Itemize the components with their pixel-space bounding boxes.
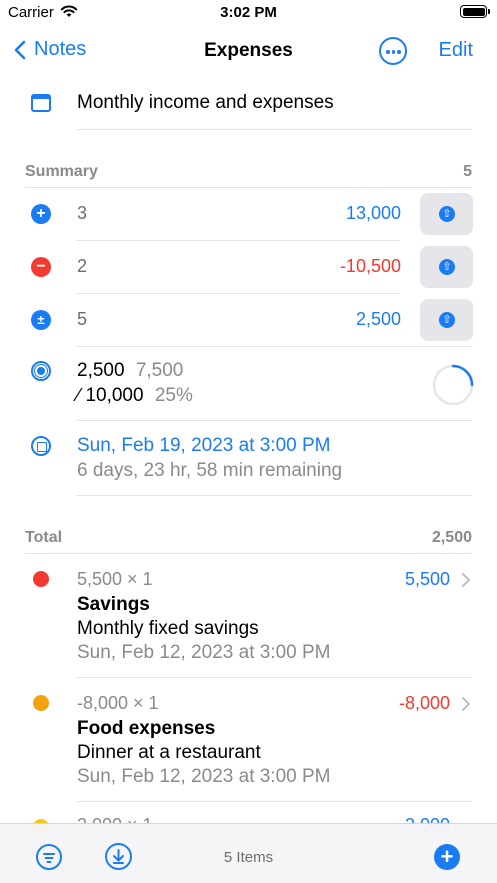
page-title: Expenses	[204, 40, 293, 61]
target-progress-line: 2,500 7,500	[77, 360, 183, 382]
category-color-dot	[33, 695, 49, 711]
item-quantity: -8,000 × 1	[77, 693, 159, 713]
summary-label: Summary	[25, 163, 98, 180]
target-row[interactable]: 2,500 7,500 ∕ 10,000 25%	[0, 347, 497, 420]
share-icon	[439, 259, 455, 275]
chevron-right-icon	[462, 573, 470, 587]
share-icon	[439, 312, 455, 328]
deadline-date: Sun, Feb 19, 2023 at 3:00 PM	[77, 435, 331, 456]
battery-icon	[460, 5, 490, 18]
category-color-dot	[33, 571, 49, 587]
add-item-button[interactable]: +	[434, 844, 460, 870]
balance-count: 5	[77, 309, 88, 329]
plus-icon: +	[440, 844, 454, 869]
note-title-row[interactable]: Monthly income and expenses	[0, 80, 497, 130]
item-name: Food expenses	[77, 718, 216, 739]
summary-row-balance[interactable]: ± 5 2,500	[0, 294, 497, 347]
summary-row-expense[interactable]: − 2 -10,500	[0, 241, 497, 294]
deadline-remaining: 6 days, 23 hr, 58 min remaining	[77, 460, 343, 481]
list-item[interactable]: -8,000 × 1 -8,000 Food expenses Dinner a…	[0, 678, 497, 801]
share-income-button[interactable]	[420, 193, 473, 235]
item-amount: 5,500	[404, 569, 450, 589]
target-percent: 25%	[154, 385, 193, 406]
chevron-right-icon	[462, 697, 470, 711]
target-goal: ∕ 10,000	[77, 385, 144, 406]
edit-button[interactable]: Edit	[439, 39, 473, 62]
item-date: Sun, Feb 12, 2023 at 3:00 PM	[77, 766, 331, 787]
summary-header: Summary 5	[0, 163, 497, 185]
expense-count: 2	[77, 256, 88, 276]
item-description: Monthly fixed savings	[77, 618, 259, 639]
navigation-bar: Notes Expenses Edit	[0, 30, 497, 74]
progress-ring	[432, 364, 474, 406]
ellipsis-icon	[386, 50, 390, 54]
balance-total: 2,500	[355, 309, 401, 329]
item-name: Savings	[77, 594, 150, 615]
deadline-row[interactable]: Sun, Feb 19, 2023 at 3:00 PM 6 days, 23 …	[0, 421, 497, 496]
minus-circle-icon: −	[31, 257, 51, 277]
item-description: Dinner at a restaurant	[77, 742, 261, 763]
item-amount: -8,000	[398, 693, 450, 713]
plus-circle-icon: +	[31, 204, 51, 224]
status-bar: Carrier 3:02 PM	[0, 0, 497, 26]
target-current: 2,500	[77, 360, 125, 381]
list-item[interactable]: 5,500 × 1 5,500 Savings Monthly fixed sa…	[0, 554, 497, 677]
item-date: Sun, Feb 12, 2023 at 3:00 PM	[77, 642, 331, 663]
expense-total: -10,500	[339, 256, 401, 276]
total-label: Total	[25, 529, 63, 546]
total-header: Total 2,500	[0, 529, 497, 551]
total-value: 2,500	[431, 529, 472, 546]
window-icon	[31, 94, 51, 112]
target-goal-line: ∕ 10,000 25%	[77, 385, 193, 407]
share-balance-button[interactable]	[420, 299, 473, 341]
target-remaining: 7,500	[135, 360, 184, 381]
summary-count: 5	[463, 163, 472, 180]
target-icon	[31, 361, 51, 381]
income-count: 3	[77, 203, 88, 223]
more-options-button[interactable]	[379, 37, 407, 65]
item-quantity: 5,500 × 1	[77, 569, 153, 589]
status-time: 3:02 PM	[220, 4, 277, 21]
plus-minus-circle-icon: ±	[31, 310, 51, 330]
bottom-toolbar: 5 Items +	[0, 823, 497, 883]
income-total: 13,000	[345, 203, 401, 223]
summary-row-income[interactable]: + 3 13,000	[0, 188, 497, 241]
share-icon	[439, 206, 455, 222]
share-expense-button[interactable]	[420, 246, 473, 288]
calendar-icon	[31, 436, 51, 456]
item-count-label: 5 Items	[223, 849, 274, 866]
note-title: Monthly income and expenses	[77, 92, 334, 113]
